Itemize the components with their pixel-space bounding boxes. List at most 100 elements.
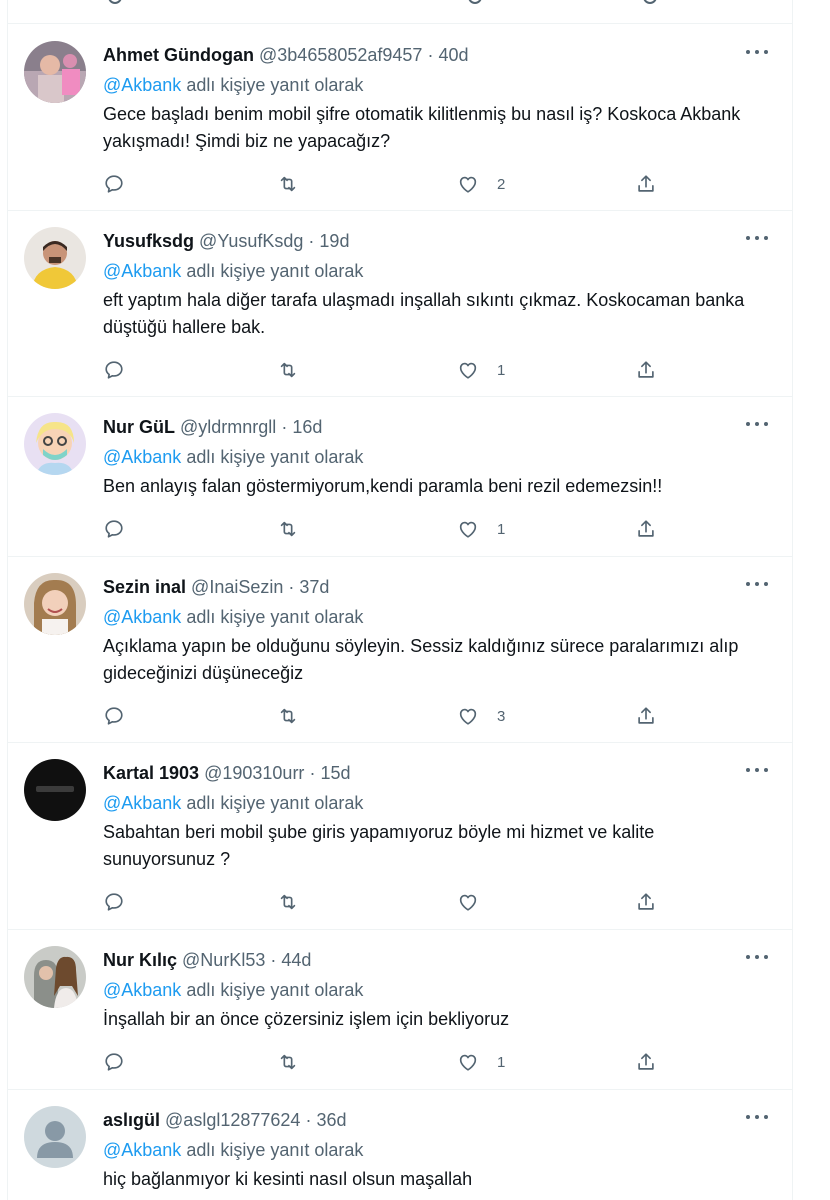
share-button[interactable] bbox=[635, 703, 657, 729]
author-handle[interactable]: @yldrmnrgll bbox=[180, 417, 276, 437]
tweet-actions: 3 bbox=[103, 703, 683, 729]
author-handle[interactable]: @YusufKsdg bbox=[199, 231, 303, 251]
reply-button[interactable] bbox=[103, 889, 125, 915]
share-button[interactable] bbox=[635, 1049, 657, 1075]
like-button[interactable]: 2 bbox=[457, 171, 505, 197]
avatar[interactable] bbox=[24, 759, 86, 821]
reply-icon[interactable] bbox=[108, 0, 122, 4]
mention-link[interactable]: @Akbank bbox=[103, 261, 181, 281]
author-name[interactable]: Sezin inal bbox=[103, 577, 186, 597]
author-name[interactable]: Kartal 1903 bbox=[103, 763, 199, 783]
tweet-text: İnşallah bir an önce çözersiniz işlem iç… bbox=[103, 1009, 510, 1029]
timestamp[interactable]: 16d bbox=[292, 417, 322, 437]
mention-link[interactable]: @Akbank bbox=[103, 1140, 181, 1160]
like-icon bbox=[457, 518, 479, 540]
timestamp[interactable]: 36d bbox=[316, 1110, 346, 1130]
retweet-button[interactable] bbox=[277, 516, 299, 542]
more-options-icon[interactable] bbox=[746, 233, 770, 243]
timestamp[interactable]: 15d bbox=[320, 763, 350, 783]
share-button[interactable] bbox=[635, 516, 657, 542]
reply-button[interactable] bbox=[103, 171, 125, 197]
timestamp[interactable]: 40d bbox=[438, 45, 468, 65]
author-handle[interactable]: @3b4658052af9457 bbox=[259, 45, 422, 65]
share-icon bbox=[635, 891, 657, 913]
tweet-text: Ben anlayış falan göstermiyorum,kendi pa… bbox=[103, 476, 663, 496]
tweet[interactable]: Nur Kılıç @NurKl53 · 44d @Akbank adlı kiş… bbox=[8, 930, 792, 1090]
author-name[interactable]: Yusufksdg bbox=[103, 231, 194, 251]
tweet-header: Sezin inal @InaiSezin · 37d bbox=[103, 575, 753, 599]
avatar[interactable] bbox=[24, 413, 86, 475]
tweet[interactable]: aslıgül @aslgl12877624 · 36d @Akbank adlı… bbox=[8, 1090, 792, 1200]
more-options-icon[interactable] bbox=[746, 419, 770, 429]
tweet[interactable]: Yusufksdg @YusufKsdg · 19d @Akbank adlı k… bbox=[8, 211, 792, 397]
timestamp[interactable]: 19d bbox=[319, 231, 349, 251]
timestamp[interactable]: 37d bbox=[299, 577, 329, 597]
more-options-icon[interactable] bbox=[746, 765, 770, 775]
tweet-actions: 1 bbox=[103, 357, 683, 383]
author-name[interactable]: Nur GüL bbox=[103, 417, 175, 437]
tweet[interactable]: Kartal 1903 @190310urr · 15d @Akbank adlı… bbox=[8, 743, 792, 930]
avatar[interactable] bbox=[24, 227, 86, 289]
author-handle[interactable]: @aslgl12877624 bbox=[165, 1110, 300, 1130]
share-button[interactable] bbox=[635, 889, 657, 915]
separator-dot: · bbox=[309, 763, 316, 783]
retweet-button[interactable] bbox=[277, 889, 299, 915]
replying-to: @Akbank adlı kişiye yanıt olarak bbox=[103, 1137, 753, 1163]
timestamp[interactable]: 44d bbox=[281, 950, 311, 970]
tweet[interactable]: Nur GüL @yldrmnrgll · 16d @Akbank adlı ki… bbox=[8, 397, 792, 557]
avatar[interactable] bbox=[24, 41, 86, 103]
replying-to-label: adlı kişiye yanıt olarak bbox=[181, 447, 364, 467]
tweet-actions: 1 bbox=[103, 1049, 683, 1075]
reply-icon bbox=[103, 705, 125, 727]
reply-button[interactable] bbox=[103, 357, 125, 383]
avatar[interactable] bbox=[24, 573, 86, 635]
reply-icon bbox=[103, 359, 125, 381]
more-options-icon[interactable] bbox=[746, 579, 770, 589]
retweet-button[interactable] bbox=[277, 171, 299, 197]
reply-icon bbox=[103, 518, 125, 540]
tweet-text: hiç bağlanmıyor ki kesinti nasıl olsun m… bbox=[103, 1169, 473, 1189]
replying-to-label: adlı kişiye yanıt olarak bbox=[181, 75, 364, 95]
author-handle[interactable]: @190310urr bbox=[204, 763, 304, 783]
more-options-icon[interactable] bbox=[746, 1112, 770, 1122]
mention-link[interactable]: @Akbank bbox=[103, 75, 181, 95]
mention-link[interactable]: @Akbank bbox=[103, 447, 181, 467]
like-count: 1 bbox=[497, 520, 506, 538]
share-icon[interactable] bbox=[643, 0, 657, 4]
retweet-button[interactable] bbox=[277, 703, 299, 729]
share-button[interactable] bbox=[635, 171, 657, 197]
author-handle[interactable]: @InaiSezin bbox=[191, 577, 283, 597]
reply-feed: Ahmet Gündogan @3b4658052af9457 · 40d @Ak… bbox=[0, 0, 830, 1200]
like-button[interactable]: 1 bbox=[457, 357, 505, 383]
tweet-header: Nur GüL @yldrmnrgll · 16d bbox=[103, 415, 753, 439]
mention-link[interactable]: @Akbank bbox=[103, 793, 181, 813]
mention-link[interactable]: @Akbank bbox=[103, 980, 181, 1000]
author-name[interactable]: Ahmet Gündogan bbox=[103, 45, 254, 65]
retweet-button[interactable] bbox=[277, 1049, 299, 1075]
share-button[interactable] bbox=[635, 357, 657, 383]
author-name[interactable]: aslıgül bbox=[103, 1110, 160, 1130]
like-button[interactable]: 1 bbox=[457, 1049, 505, 1075]
like-button[interactable] bbox=[457, 889, 497, 915]
like-icon[interactable] bbox=[468, 0, 482, 4]
mention-link[interactable]: @Akbank bbox=[103, 607, 181, 627]
author-name[interactable]: Nur Kılıç bbox=[103, 950, 177, 970]
avatar[interactable] bbox=[24, 1106, 86, 1168]
retweet-button[interactable] bbox=[277, 357, 299, 383]
reply-button[interactable] bbox=[103, 1049, 125, 1075]
replying-to: @Akbank adlı kişiye yanıt olarak bbox=[103, 258, 753, 284]
replying-to: @Akbank adlı kişiye yanıt olarak bbox=[103, 604, 753, 630]
separator-dot: · bbox=[305, 1110, 312, 1130]
tweet[interactable]: Ahmet Gündogan @3b4658052af9457 · 40d @Ak… bbox=[8, 25, 792, 211]
more-options-icon[interactable] bbox=[746, 47, 770, 57]
like-button[interactable]: 3 bbox=[457, 703, 505, 729]
more-options-icon[interactable] bbox=[746, 952, 770, 962]
author-handle[interactable]: @NurKl53 bbox=[182, 950, 265, 970]
reply-button[interactable] bbox=[103, 516, 125, 542]
tweet-content: aslıgül @aslgl12877624 · 36d @Akbank adlı… bbox=[103, 1108, 753, 1193]
reply-button[interactable] bbox=[103, 703, 125, 729]
like-button[interactable]: 1 bbox=[457, 516, 505, 542]
tweet-text: Sabahtan beri mobil şube giris yapamıyor… bbox=[103, 822, 655, 869]
tweet[interactable]: Sezin inal @InaiSezin · 37d @Akbank adlı … bbox=[8, 557, 792, 743]
avatar[interactable] bbox=[24, 946, 86, 1008]
